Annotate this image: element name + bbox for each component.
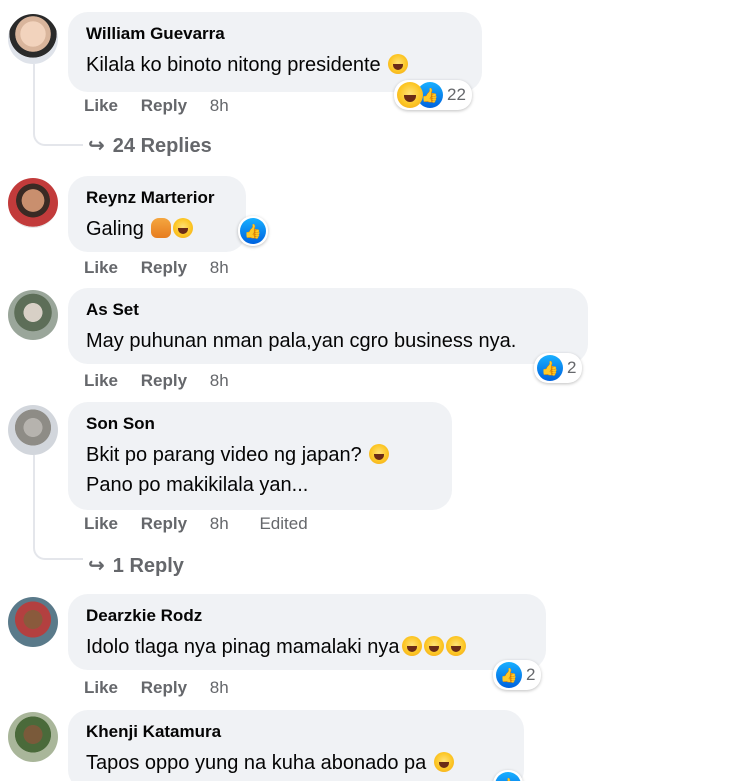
avatar[interactable] (8, 14, 58, 64)
comment-actions: Like Reply 8h (84, 96, 247, 116)
comment-bubble: Reynz Marterior Galing (68, 176, 246, 252)
haha-emoji-icon (388, 54, 409, 74)
comment-time[interactable]: 8h (210, 514, 229, 533)
comment-text: Idolo tlaga nya pinag mamalaki nya (86, 632, 528, 662)
comment-text: Kilala ko binoto nitong presidente (86, 50, 464, 80)
reply-button[interactable]: Reply (141, 514, 187, 533)
reaction-count: 2 (526, 665, 536, 684)
avatar[interactable] (8, 597, 58, 647)
reply-button[interactable]: Reply (141, 678, 187, 697)
avatar[interactable] (8, 290, 58, 340)
avatar[interactable] (8, 405, 58, 455)
reply-button[interactable]: Reply (141, 96, 187, 115)
comment-text: May puhunan nman pala,yan cgro business … (86, 330, 517, 352)
haha-emoji-icon (423, 636, 444, 656)
comment-time[interactable]: 8h (210, 678, 229, 697)
comment-actions: Like Reply 8h Edited (84, 514, 326, 534)
reply-button[interactable]: Reply (141, 371, 187, 390)
avatar[interactable] (8, 178, 58, 228)
comment-text: Galing (86, 214, 228, 244)
comment-author[interactable]: Dearzkie Rodz (86, 606, 528, 626)
reaction-summary[interactable]: 👍 22 (394, 80, 472, 110)
reply-arrow-icon: ↪ (88, 555, 105, 577)
comment-bubble: Son Son Bkit po parang video ng japan? P… (68, 402, 452, 510)
haha-emoji-icon (445, 636, 466, 656)
comment-text: Bkit po parang video ng japan? (86, 440, 434, 470)
replies-label: 1 Reply (112, 555, 184, 577)
haha-emoji-icon (433, 752, 454, 772)
thinking-emoji-icon (151, 218, 172, 238)
thread-line (33, 64, 35, 124)
comment-actions: Like Reply 8h (84, 258, 247, 278)
reaction-summary[interactable]: 👍 (238, 216, 268, 246)
comment-bubble: Dearzkie Rodz Idolo tlaga nya pinag mama… (68, 594, 546, 670)
like-button[interactable]: Like (84, 678, 118, 697)
comment-author[interactable]: As Set (86, 300, 570, 320)
haha-emoji-icon (401, 636, 422, 656)
like-button[interactable]: Like (84, 258, 118, 277)
like-reaction-icon: 👍 (495, 772, 521, 781)
view-replies-link[interactable]: ↪ 24 Replies (88, 133, 212, 158)
like-reaction-icon: 👍 (537, 355, 563, 381)
reply-button[interactable]: Reply (141, 258, 187, 277)
reaction-count: 2 (567, 358, 577, 377)
reply-arrow-icon: ↪ (88, 135, 105, 157)
comment-text: Tapos oppo yung na kuha abonado pa (86, 748, 506, 778)
like-reaction-icon: 👍 (240, 218, 266, 244)
reaction-count: 22 (447, 85, 466, 104)
comment-author[interactable]: William Guevarra (86, 24, 464, 44)
thread-line (33, 455, 35, 535)
like-button[interactable]: Like (84, 371, 118, 390)
comment-time[interactable]: 8h (210, 371, 229, 390)
comment-time[interactable]: 8h (210, 258, 229, 277)
comment-time[interactable]: 8h (210, 96, 229, 115)
haha-reaction-icon (397, 82, 423, 108)
haha-emoji-icon (369, 444, 390, 464)
haha-emoji-icon (173, 218, 194, 238)
like-button[interactable]: Like (84, 514, 118, 533)
edited-label: Edited (259, 514, 308, 533)
comment-actions: Like Reply 8h (84, 371, 247, 391)
reaction-summary[interactable]: 👍 2 (534, 353, 583, 383)
replies-label: 24 Replies (112, 135, 212, 157)
comment-bubble: Khenji Katamura Tapos oppo yung na kuha … (68, 710, 524, 781)
view-replies-link[interactable]: ↪ 1 Reply (88, 553, 184, 578)
thread-elbow (33, 116, 83, 146)
avatar[interactable] (8, 712, 58, 762)
comment-text: Pano po makikilala yan... (86, 474, 309, 496)
comment-bubble: As Set May puhunan nman pala,yan cgro bu… (68, 288, 588, 364)
comment-author[interactable]: Son Son (86, 414, 434, 434)
like-button[interactable]: Like (84, 96, 118, 115)
comment-author[interactable]: Reynz Marterior (86, 188, 228, 208)
comment-author[interactable]: Khenji Katamura (86, 722, 506, 742)
comment-actions: Like Reply 8h (84, 678, 247, 698)
reaction-summary[interactable]: 👍 2 (493, 660, 542, 690)
like-reaction-icon: 👍 (496, 662, 522, 688)
thread-elbow (33, 530, 83, 560)
